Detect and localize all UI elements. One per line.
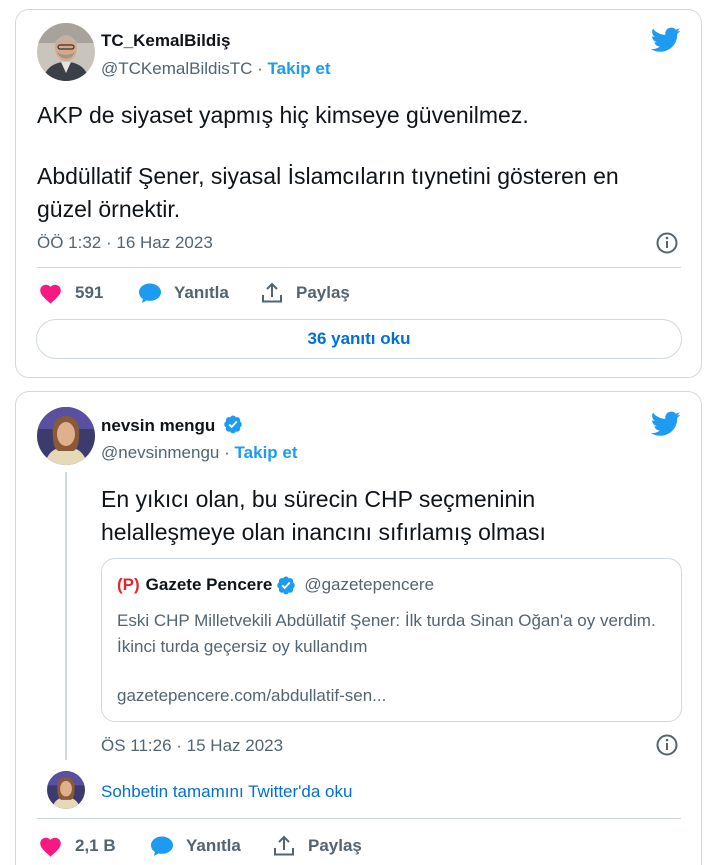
like-count: 2,1 B xyxy=(75,836,116,855)
reply-button[interactable]: Yanıtla xyxy=(138,282,229,304)
quoted-tweet-text: Eski CHP Milletvekili Abdüllatif Şener: … xyxy=(117,611,656,656)
tweet-text: En yıkıcı olan, bu sürecin CHP seçmenini… xyxy=(101,486,546,545)
divider xyxy=(37,818,681,819)
follow-button[interactable]: Takip et xyxy=(235,443,298,462)
verified-badge-icon xyxy=(224,415,242,434)
author-name[interactable]: TC_KemalBildiş xyxy=(101,31,230,51)
share-arrow-icon xyxy=(262,282,282,303)
author-name[interactable]: nevsin mengu xyxy=(101,416,215,435)
handle-row: @nevsinmengu · Takip et xyxy=(101,443,298,463)
reply-label: Yanıtla xyxy=(186,836,241,855)
like-button[interactable]: 2,1 B xyxy=(38,835,116,857)
share-button[interactable]: Paylaş xyxy=(260,282,350,304)
timestamp[interactable]: ÖÖ 1:32 · 16 Haz 2023 xyxy=(37,233,213,253)
thread-avatar[interactable] xyxy=(47,771,85,809)
twitter-bird-icon[interactable] xyxy=(651,27,681,53)
read-replies-button[interactable]: 36 yanıtı oku xyxy=(36,319,682,359)
timestamp[interactable]: ÖS 11:26 · 15 Haz 2023 xyxy=(101,736,283,756)
author-handle[interactable]: @TCKemalBildisTC xyxy=(101,59,252,78)
like-count: 591 xyxy=(75,283,104,302)
speech-bubble-icon xyxy=(139,283,161,303)
quoted-tweet[interactable]: (P) Gazete Pencere @gazetepencere Eski C… xyxy=(101,558,682,722)
quoted-author-handle: @gazetepencere xyxy=(304,575,435,594)
follow-button[interactable]: Takip et xyxy=(268,59,331,78)
heart-icon xyxy=(40,284,61,304)
share-label: Paylaş xyxy=(296,283,350,302)
author-handle[interactable]: @nevsinmengu xyxy=(101,443,219,462)
tweet-card-2: nevsin mengu @nevsinmengu · Takip et En … xyxy=(15,391,702,865)
tweet-card-1: TC_KemalBildiş @TCKemalBildisTC · Takip … xyxy=(15,9,702,378)
speech-bubble-icon xyxy=(151,836,173,856)
divider xyxy=(37,267,681,268)
quoted-header: (P) Gazete Pencere @gazetepencere xyxy=(117,575,434,595)
share-arrow-icon xyxy=(274,835,294,856)
share-label: Paylaş xyxy=(308,836,362,855)
quoted-author-name: Gazete Pencere xyxy=(145,575,273,594)
info-icon[interactable] xyxy=(655,231,679,255)
verified-badge-icon xyxy=(277,576,296,595)
author-avatar[interactable] xyxy=(37,407,95,465)
share-button[interactable]: Paylaş xyxy=(272,835,362,857)
handle-row: @TCKemalBildisTC · Takip et xyxy=(101,59,331,79)
author-avatar[interactable] xyxy=(37,23,95,81)
twitter-bird-icon[interactable] xyxy=(651,411,681,437)
read-full-thread-link[interactable]: Sohbetin tamamını Twitter'da oku xyxy=(101,782,352,802)
gazete-pencere-logo: (P) xyxy=(117,575,140,594)
quoted-link[interactable]: gazetepencere.com/abdullatif-sen... xyxy=(117,683,657,709)
tweet-text-line1: AKP de siyaset yapmış hiç kimseye güveni… xyxy=(37,102,529,128)
reply-button[interactable]: Yanıtla xyxy=(150,835,241,857)
tweet-text-line2: Abdüllatif Şener, siyasal İslamcıların t… xyxy=(37,163,619,222)
thread-line xyxy=(65,472,67,760)
separator: · xyxy=(257,59,263,78)
separator: · xyxy=(224,443,230,462)
info-icon[interactable] xyxy=(655,733,679,757)
heart-icon xyxy=(40,837,61,857)
author-name-row: nevsin mengu xyxy=(101,414,243,436)
like-button[interactable]: 591 xyxy=(38,282,103,304)
reply-label: Yanıtla xyxy=(174,283,229,302)
